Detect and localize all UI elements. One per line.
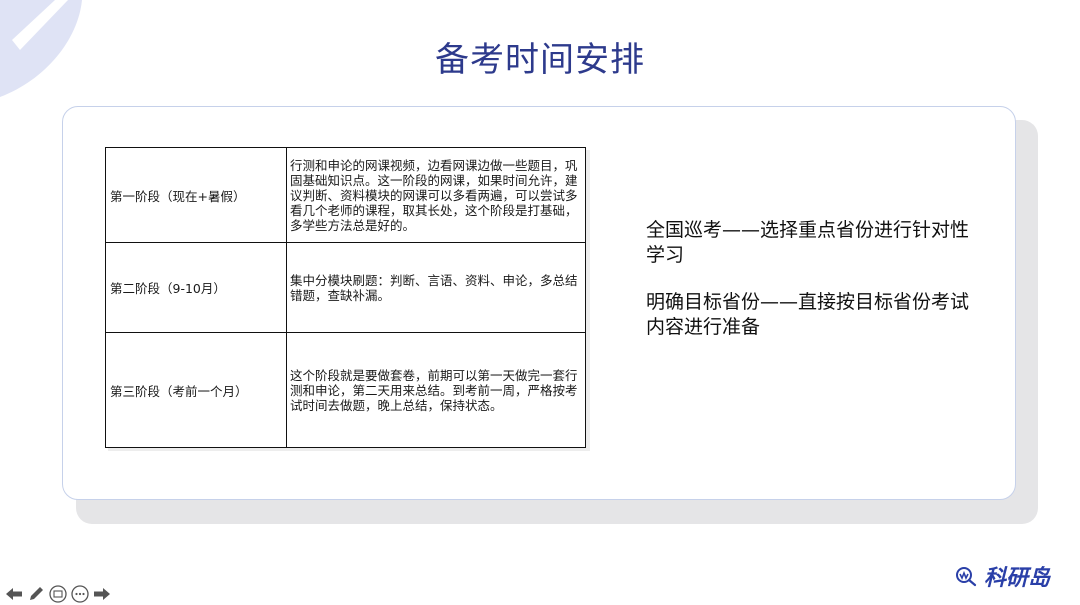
stage-cell: 第一阶段（现在+暑假）: [105, 147, 287, 243]
note-national-exam: 全国巡考——选择重点省份进行针对性学习: [646, 219, 970, 266]
prev-arrow-icon[interactable]: [4, 584, 24, 604]
description-cell: 这个阶段就是要做套卷，前期可以第一天做完一套行测和申论，第二天用来总结。到考前一…: [286, 332, 586, 448]
table-row: 第二阶段（9-10月） 集中分模块刷题：判断、言语、资料、申论，多总结错题，查缺…: [105, 242, 586, 333]
slides-icon[interactable]: [48, 584, 68, 604]
note-target-province: 明确目标省份——直接按目标省份考试内容进行准备: [646, 291, 970, 338]
next-arrow-icon[interactable]: [92, 584, 112, 604]
slide-title: 备考时间安排: [435, 40, 645, 80]
table-row: 第一阶段（现在+暑假） 行测和申论的网课视频，边看网课边做一些题目，巩固基础知识…: [105, 147, 586, 243]
more-icon[interactable]: [70, 584, 90, 604]
pen-icon[interactable]: [26, 584, 46, 604]
stage-cell: 第二阶段（9-10月）: [105, 242, 287, 333]
logo-mark-icon: [956, 567, 977, 587]
notes-panel: 全国巡考——选择重点省份进行针对性学习 明确目标省份——直接按目标省份考试内容进…: [646, 218, 976, 362]
description-cell: 行测和申论的网课视频，边看网课边做一些题目，巩固基础知识点。这一阶段的网课，如果…: [286, 147, 586, 243]
schedule-table: 第一阶段（现在+暑假） 行测和申论的网课视频，边看网课边做一些题目，巩固基础知识…: [105, 147, 586, 448]
logo-text: 科研岛: [984, 566, 1051, 591]
stage-cell: 第三阶段（考前一个月）: [105, 332, 287, 448]
description-cell: 集中分模块刷题：判断、言语、资料、申论，多总结错题，查缺补漏。: [286, 242, 586, 333]
brand-logo: 科研岛: [954, 560, 1050, 592]
table-row: 第三阶段（考前一个月） 这个阶段就是要做套卷，前期可以第一天做完一套行测和申论，…: [105, 332, 586, 448]
slide-navigation: [4, 584, 112, 604]
